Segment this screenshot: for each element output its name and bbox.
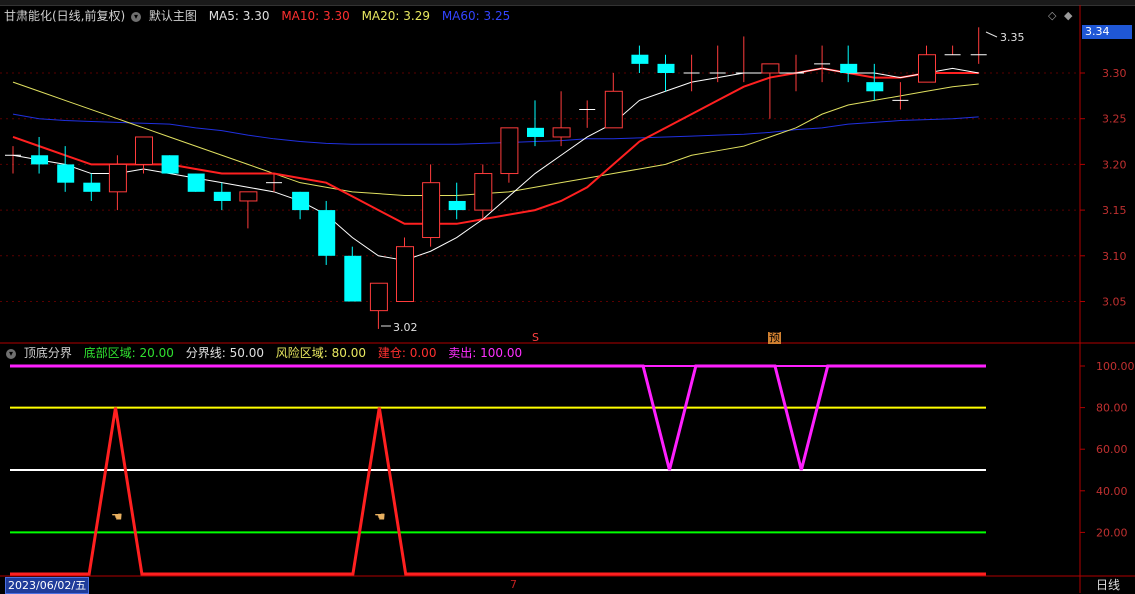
hand-cursor-icon: ☚ bbox=[111, 510, 123, 525]
min-price-label: 3.02 bbox=[393, 321, 418, 334]
candle-up bbox=[552, 127, 571, 138]
max-price-label: 3.35 bbox=[1000, 31, 1025, 44]
candle-down bbox=[57, 164, 75, 183]
ma10-line bbox=[12, 67, 979, 225]
candle-up bbox=[369, 282, 388, 312]
candle-down bbox=[292, 191, 310, 211]
candle-up bbox=[135, 136, 153, 165]
candle-down bbox=[318, 210, 336, 256]
indicator-tick-label: 100.00 bbox=[1096, 360, 1135, 373]
candle-up bbox=[761, 63, 780, 74]
candle-down bbox=[161, 155, 179, 174]
candle-up bbox=[500, 127, 519, 175]
price-tick-label: 3.20 bbox=[1102, 158, 1127, 171]
candle-up bbox=[239, 191, 258, 202]
candle-down bbox=[866, 82, 884, 92]
price-tick-label: 3.25 bbox=[1102, 113, 1127, 126]
candle-up bbox=[918, 54, 936, 83]
hand-cursor-icon: ☚ bbox=[374, 510, 386, 525]
candle-up bbox=[108, 163, 127, 193]
candle-up bbox=[604, 90, 623, 129]
candle-down bbox=[840, 63, 858, 73]
candle-down bbox=[31, 155, 49, 165]
sell-series-line bbox=[10, 364, 986, 471]
period-label[interactable]: 日线 bbox=[1082, 577, 1134, 593]
candle-down bbox=[83, 182, 101, 192]
candle-down bbox=[527, 127, 544, 137]
signal-s-marker: S bbox=[532, 331, 539, 344]
candle-up bbox=[396, 246, 414, 303]
indicator-tick-label: 40.00 bbox=[1096, 485, 1128, 498]
candle-up bbox=[422, 182, 441, 239]
build-series-line bbox=[10, 407, 986, 576]
chart-canvas[interactable]: 3.30 3.25 3.20 3.15 3.10 3.05 3.35 3.02 100.00 80… bbox=[0, 0, 1135, 593]
date-cursor-label: 2023/06/02/五 bbox=[5, 577, 90, 594]
forecast-marker: 预 bbox=[768, 331, 781, 344]
month-marker: 7 bbox=[510, 578, 517, 591]
indicator-tick-label: 80.00 bbox=[1096, 402, 1128, 415]
price-tick-label: 3.05 bbox=[1102, 296, 1127, 309]
candle-up bbox=[474, 173, 493, 211]
candle-down bbox=[448, 200, 466, 211]
max-pointer bbox=[985, 31, 998, 38]
candle-down bbox=[631, 54, 649, 64]
indicator-tick-label: 20.00 bbox=[1096, 526, 1128, 539]
ma20-line bbox=[12, 81, 979, 196]
price-tick-label: 3.15 bbox=[1102, 204, 1127, 217]
candle-down bbox=[187, 173, 205, 192]
candle-down bbox=[213, 191, 231, 201]
candle-down bbox=[657, 63, 675, 73]
price-tick-label: 3.30 bbox=[1102, 67, 1127, 80]
candle-down bbox=[344, 255, 362, 302]
price-tick-label: 3.10 bbox=[1102, 250, 1127, 263]
indicator-tick-label: 60.00 bbox=[1096, 443, 1128, 456]
